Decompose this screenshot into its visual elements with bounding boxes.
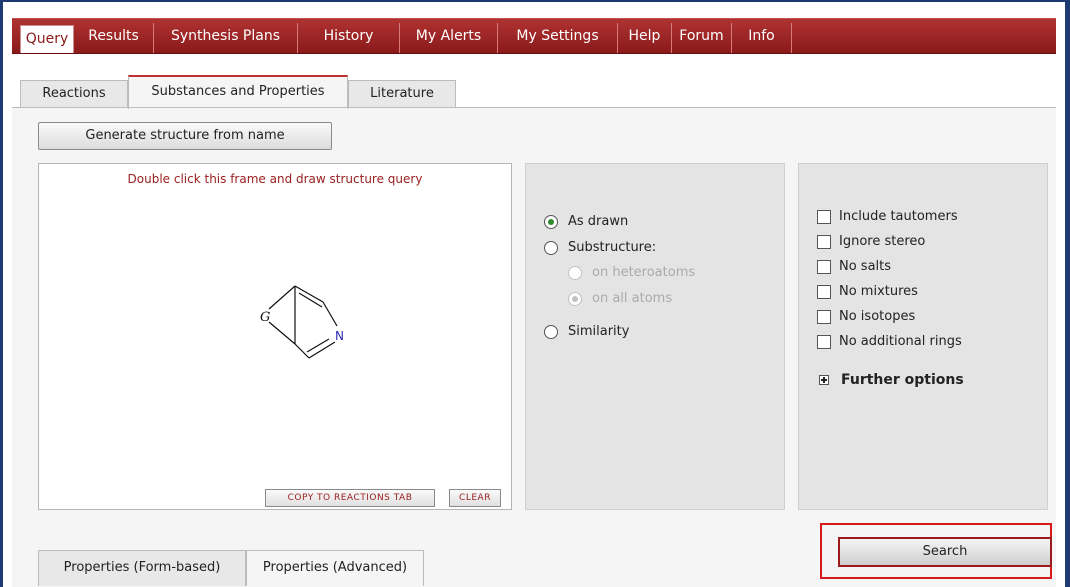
- structure-editor[interactable]: Double click this frame and draw structu…: [38, 163, 512, 510]
- checkbox-label: No isotopes: [839, 309, 916, 324]
- top-navigation: Query Results Synthesis Plans History My…: [12, 18, 1056, 54]
- tab-properties-form-based[interactable]: Properties (Form-based): [38, 550, 246, 586]
- tab-properties-advanced[interactable]: Properties (Advanced): [246, 550, 424, 586]
- checkbox[interactable]: [817, 334, 831, 349]
- bond: [268, 285, 296, 310]
- expand-plus-icon[interactable]: [819, 375, 829, 385]
- radio-indicator[interactable]: [544, 240, 558, 255]
- subtab-literature[interactable]: Literature: [348, 80, 456, 108]
- checkbox-include-tautomers[interactable]: Include tautomers: [817, 209, 958, 224]
- radio-indicator[interactable]: [544, 214, 558, 229]
- subtabs-divider: [12, 107, 1056, 108]
- nav-tab-query[interactable]: Query: [20, 25, 74, 53]
- match-options-panel: As drawn Substructure: on heteroatoms on…: [525, 163, 785, 510]
- query-subtabs: Reactions Substances and Properties Lite…: [12, 54, 1056, 109]
- radio-as-drawn[interactable]: As drawn: [544, 214, 628, 229]
- radio-indicator[interactable]: [544, 324, 558, 339]
- nav-tab-info[interactable]: Info: [732, 23, 792, 53]
- window-frame-right: [1065, 0, 1070, 587]
- checkbox-no-mixtures[interactable]: No mixtures: [817, 284, 918, 299]
- subtab-substances-and-properties[interactable]: Substances and Properties: [128, 75, 348, 109]
- further-options-label: Further options: [841, 372, 964, 388]
- radio-on-heteroatoms: on heteroatoms: [568, 265, 695, 280]
- radio-label: As drawn: [568, 214, 629, 229]
- structure-drawing: G N: [260, 285, 344, 359]
- checkbox-label: Include tautomers: [839, 209, 958, 224]
- radio-substructure[interactable]: Substructure:: [544, 240, 656, 255]
- checkbox[interactable]: [817, 284, 831, 299]
- structure-hint: Double click this frame and draw structu…: [127, 172, 423, 186]
- nav-tab-results[interactable]: Results: [74, 23, 154, 53]
- radio-label: on all atoms: [592, 291, 673, 306]
- radio-label: Similarity: [568, 324, 630, 339]
- checkbox-no-additional-rings[interactable]: No additional rings: [817, 334, 962, 349]
- checkbox-label: No salts: [839, 259, 892, 274]
- copy-to-reactions-tab-button[interactable]: COPY TO REACTIONS TAB: [265, 489, 435, 507]
- checkbox[interactable]: [817, 234, 831, 249]
- checkbox-no-isotopes[interactable]: No isotopes: [817, 309, 915, 324]
- radio-similarity[interactable]: Similarity: [544, 324, 629, 339]
- bond: [308, 341, 336, 359]
- checkbox-label: No mixtures: [839, 284, 918, 299]
- nav-tab-synthesis-plans[interactable]: Synthesis Plans: [154, 23, 298, 53]
- further-options-toggle[interactable]: Further options: [819, 372, 964, 388]
- radio-indicator: [568, 265, 582, 280]
- subtab-reactions[interactable]: Reactions: [20, 80, 128, 108]
- nav-tab-my-alerts[interactable]: My Alerts: [400, 23, 498, 53]
- checkbox-ignore-stereo[interactable]: Ignore stereo: [817, 234, 925, 249]
- bond: [322, 301, 338, 327]
- generate-structure-button[interactable]: Generate structure from name: [38, 122, 332, 150]
- app-container: Query Results Synthesis Plans History My…: [12, 18, 1056, 587]
- filter-options-panel: Include tautomers Ignore stereo No salts…: [798, 163, 1048, 510]
- checkbox[interactable]: [817, 209, 831, 224]
- checkbox-label: No additional rings: [839, 334, 962, 349]
- search-button[interactable]: Search: [838, 537, 1052, 567]
- window-frame-top: [0, 0, 1070, 2]
- clear-button[interactable]: CLEAR: [449, 489, 501, 507]
- window-frame-left: [0, 0, 3, 587]
- checkbox-no-salts[interactable]: No salts: [817, 259, 891, 274]
- atom-label-g: G: [260, 310, 270, 325]
- bond: [268, 321, 296, 345]
- checkbox-label: Ignore stereo: [839, 234, 926, 249]
- nav-tab-history[interactable]: History: [298, 23, 400, 53]
- atom-label-n: N: [335, 329, 344, 343]
- radio-label: Substructure:: [568, 240, 657, 255]
- radio-on-all-atoms: on all atoms: [568, 291, 672, 306]
- radio-indicator: [568, 291, 582, 306]
- radio-label: on heteroatoms: [592, 265, 696, 280]
- nav-tab-forum[interactable]: Forum: [672, 23, 732, 53]
- bond: [294, 343, 310, 359]
- checkbox[interactable]: [817, 259, 831, 274]
- nav-tab-help[interactable]: Help: [618, 23, 672, 53]
- nav-tab-my-settings[interactable]: My Settings: [498, 23, 618, 53]
- checkbox[interactable]: [817, 309, 831, 324]
- bond: [306, 338, 330, 353]
